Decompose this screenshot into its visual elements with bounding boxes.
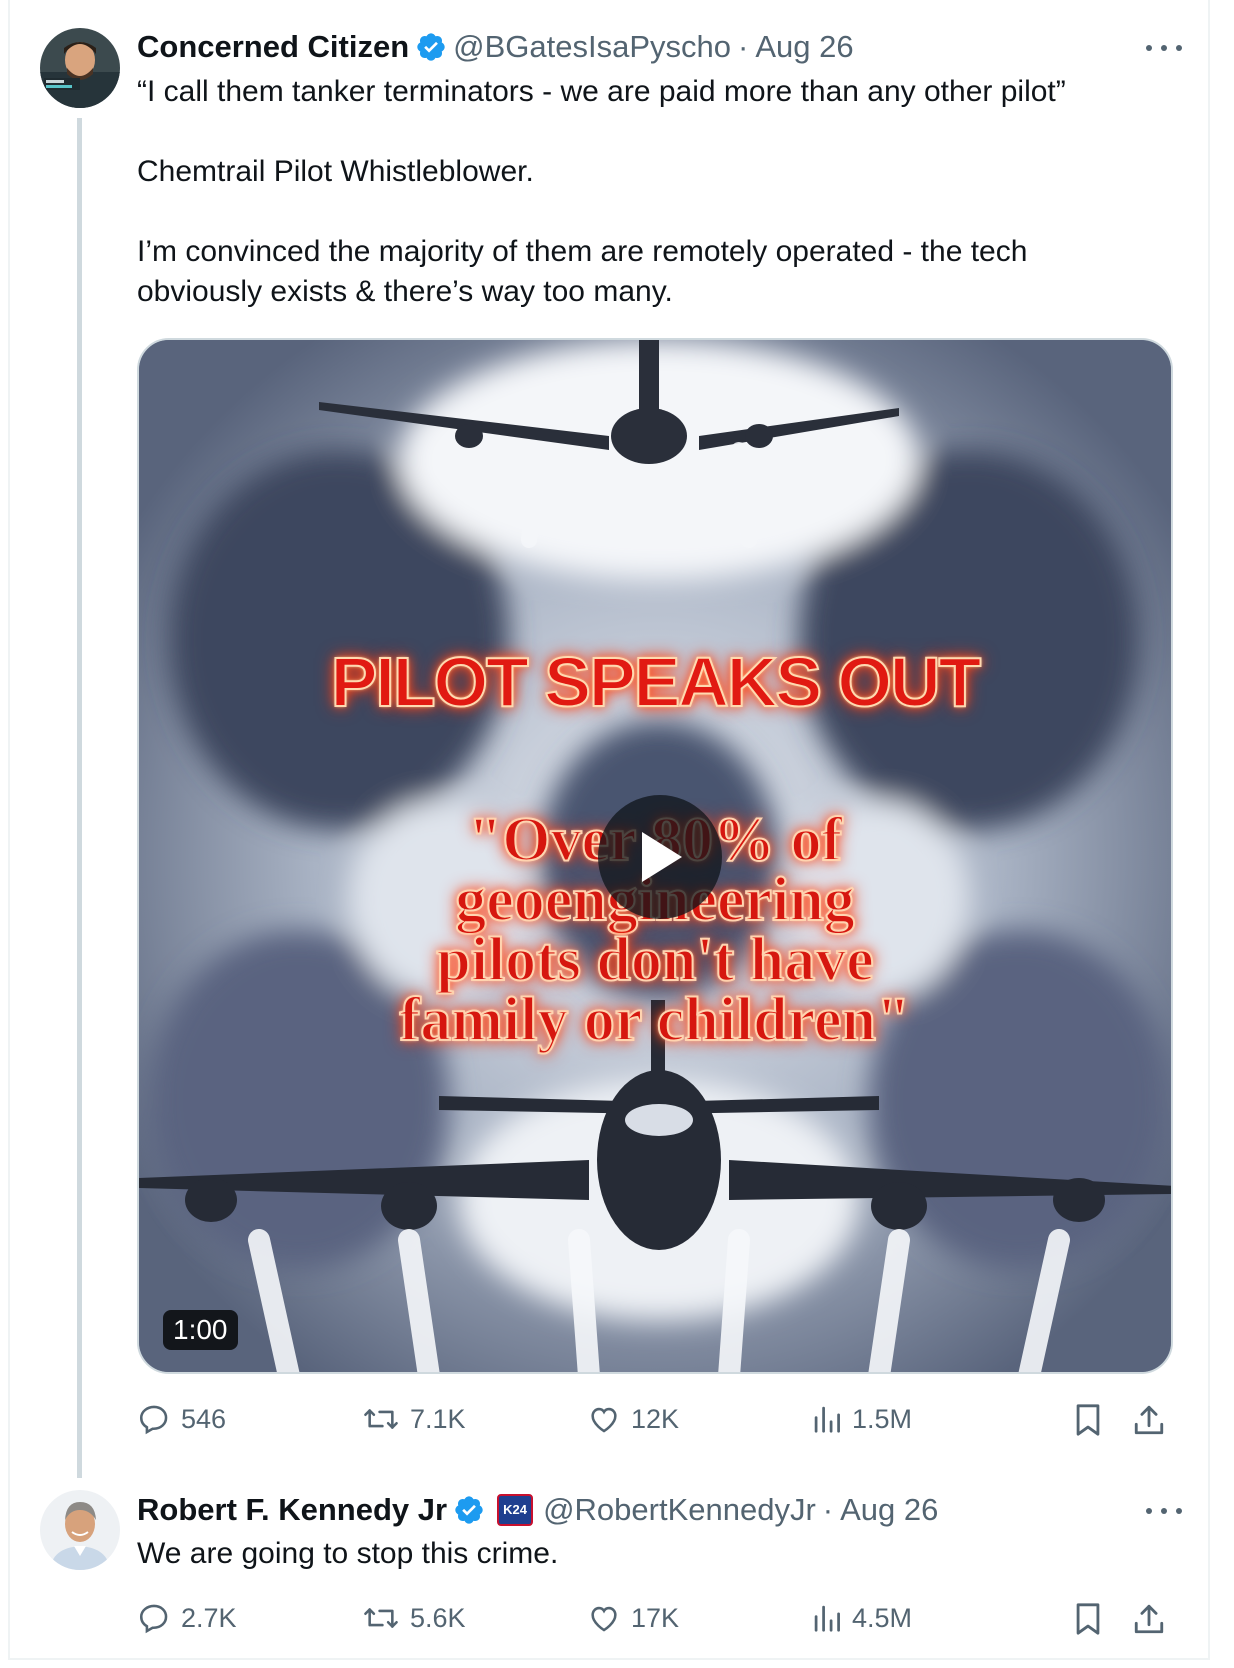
reply-count: 2.7K	[181, 1602, 237, 1633]
views-count: 4.5M	[852, 1602, 913, 1633]
repost-count: 5.6K	[410, 1602, 466, 1633]
more-icon[interactable]	[1146, 38, 1182, 58]
views-button[interactable]: 4.5M	[812, 1594, 912, 1642]
like-button[interactable]: 12K	[587, 1395, 679, 1443]
affiliate-badge[interactable]: K24	[497, 1494, 534, 1526]
repost-icon	[364, 1409, 398, 1429]
play-button[interactable]	[598, 795, 722, 919]
verified-badge-icon	[415, 31, 447, 63]
reply-count: 546	[181, 1403, 227, 1434]
author-handle[interactable]: @RobertKennedyJr	[543, 1491, 816, 1529]
like-icon	[591, 1407, 617, 1433]
like-count: 17K	[631, 1602, 680, 1633]
tweet-paragraph: “I call them tanker terminators - we are…	[137, 75, 1066, 108]
reply-icon	[139, 1405, 168, 1435]
like-count: 12K	[631, 1403, 680, 1434]
video-duration: 1:00	[163, 1310, 238, 1350]
video-quote-line: pilots don't have	[435, 926, 875, 994]
like-icon	[591, 1606, 617, 1632]
tweet-text: We are going to stop this crime.	[137, 1534, 1137, 1574]
separator-dot: ·	[738, 29, 749, 64]
tweet-paragraph: Chemtrail Pilot Whistleblower.	[137, 155, 534, 188]
share-icon[interactable]	[1133, 1403, 1165, 1442]
bookmark-icon[interactable]	[1073, 1403, 1103, 1442]
reply-button[interactable]: 2.7K	[137, 1594, 237, 1642]
repost-button[interactable]: 5.6K	[362, 1594, 466, 1642]
tweet-date[interactable]: Aug 26	[840, 1491, 938, 1529]
verified-badge-icon	[453, 1494, 485, 1526]
repost-button[interactable]: 7.1K	[362, 1395, 466, 1443]
reply-button[interactable]: 546	[137, 1395, 226, 1443]
tweet-actions: 2.7K 5.6K 17K 4.5M	[137, 1594, 1173, 1642]
author-name[interactable]: Robert F. Kennedy Jr	[137, 1491, 447, 1529]
separator-dot: ·	[822, 1492, 834, 1527]
views-icon	[814, 1406, 840, 1433]
avatar-robert-kennedy-jr[interactable]	[40, 1490, 120, 1570]
share-icon[interactable]	[1133, 1602, 1165, 1641]
tweet-text: “I call them tanker terminators - we are…	[137, 72, 1137, 312]
tweet-actions: 546 7.1K 12K 1.5M	[137, 1395, 1173, 1443]
tweet-date[interactable]: Aug 26	[755, 28, 853, 66]
views-count: 1.5M	[852, 1403, 913, 1434]
tweet-header: Robert F. Kennedy Jr K24 @RobertKennedyJ…	[137, 1491, 938, 1529]
tweet-paragraph: We are going to stop this crime.	[137, 1537, 559, 1570]
tweet-paragraph: I’m convinced the majority of them are r…	[137, 235, 1028, 308]
author-handle[interactable]: @BGatesIsaPyscho	[453, 28, 731, 66]
views-button[interactable]: 1.5M	[812, 1395, 912, 1443]
video-player[interactable]: PILOT SPEAKS OUT "Over 80% of geoenginee…	[137, 338, 1173, 1374]
video-headline: PILOT SPEAKS OUT	[330, 642, 983, 722]
reply-icon	[139, 1604, 168, 1634]
more-icon[interactable]	[1146, 1501, 1182, 1521]
views-icon	[814, 1605, 840, 1632]
like-button[interactable]: 17K	[587, 1594, 679, 1642]
avatar-concerned-citizen[interactable]	[40, 28, 120, 108]
bookmark-icon[interactable]	[1073, 1602, 1103, 1641]
author-name[interactable]: Concerned Citizen	[137, 28, 409, 66]
tweet-header: Concerned Citizen @BGatesIsaPyscho · Aug…	[137, 28, 854, 66]
thread-connector-line	[77, 118, 82, 1478]
video-quote-line: family or children"	[399, 986, 912, 1054]
repost-count: 7.1K	[410, 1403, 466, 1434]
play-icon	[642, 832, 682, 882]
repost-icon	[364, 1608, 398, 1628]
